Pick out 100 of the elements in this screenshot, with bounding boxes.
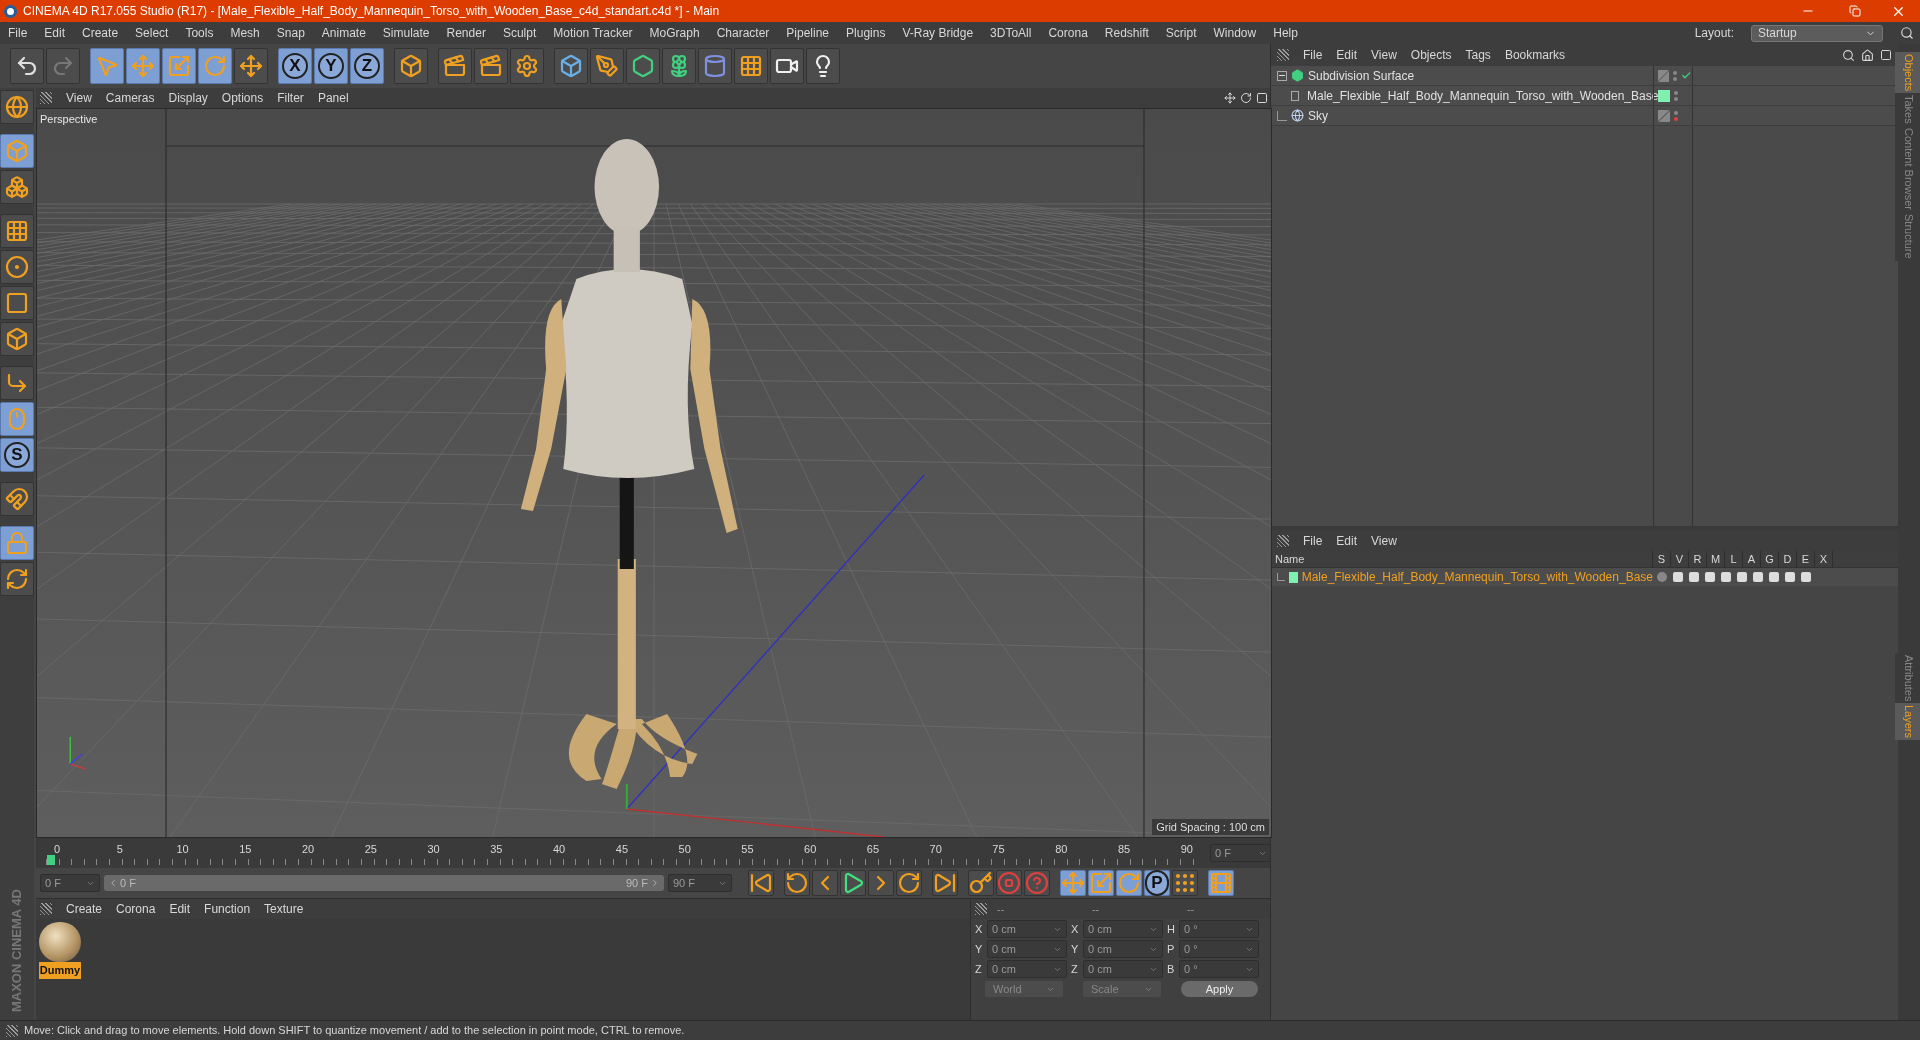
tool-button[interactable] bbox=[734, 48, 768, 84]
tool-button[interactable]: Y bbox=[314, 48, 348, 84]
object-name[interactable]: Sky bbox=[1308, 106, 1328, 125]
column-header[interactable]: V bbox=[1671, 551, 1689, 568]
tool-button[interactable] bbox=[784, 870, 810, 896]
tool-button[interactable] bbox=[1172, 870, 1198, 896]
tool-button[interactable]: Z bbox=[350, 48, 384, 84]
menu-item[interactable]: 3DToAll bbox=[990, 24, 1032, 42]
menu-item[interactable]: Sculpt bbox=[502, 24, 537, 42]
tool-button[interactable]: X bbox=[278, 48, 312, 84]
tool-button[interactable] bbox=[806, 48, 840, 84]
tool-button[interactable] bbox=[932, 870, 958, 896]
menu-item[interactable]: Animate bbox=[321, 24, 366, 42]
number-field[interactable]: 90 F bbox=[668, 874, 732, 892]
column-header[interactable]: Name bbox=[1271, 551, 1653, 568]
column-header[interactable]: X bbox=[1815, 551, 1833, 568]
viewport-menu-item[interactable]: Cameras bbox=[105, 89, 155, 107]
menu-item[interactable]: Corona bbox=[1048, 24, 1088, 42]
tool-button[interactable] bbox=[0, 90, 34, 124]
check-icon[interactable] bbox=[1681, 70, 1692, 81]
tool-button[interactable] bbox=[438, 48, 472, 84]
number-field[interactable]: 0 cm bbox=[987, 940, 1067, 958]
tool-button[interactable] bbox=[0, 562, 34, 596]
visibility-dots-icon[interactable] bbox=[1674, 110, 1678, 121]
new-view-icon[interactable] bbox=[1880, 48, 1892, 61]
tool-button[interactable]: P bbox=[1144, 870, 1170, 896]
menu-item[interactable]: Character bbox=[716, 24, 770, 42]
search-icon[interactable] bbox=[1842, 48, 1855, 62]
layer-menu-item[interactable]: View bbox=[1371, 532, 1397, 550]
tool-button[interactable] bbox=[0, 250, 34, 284]
menu-item[interactable]: MoGraph bbox=[649, 24, 700, 42]
tool-button[interactable]: S bbox=[0, 438, 34, 472]
column-header[interactable]: A bbox=[1743, 551, 1761, 568]
tool-button[interactable] bbox=[0, 286, 34, 320]
material-menu-item[interactable]: Corona bbox=[116, 900, 156, 918]
column-header[interactable]: M bbox=[1707, 551, 1725, 568]
menu-item[interactable]: Redshift bbox=[1104, 24, 1149, 42]
menu-item[interactable]: Motion Tracker bbox=[553, 24, 633, 42]
tool-button[interactable] bbox=[0, 170, 34, 204]
column-header[interactable]: R bbox=[1689, 551, 1707, 568]
menu-item[interactable]: Tools bbox=[185, 24, 214, 42]
search-icon[interactable] bbox=[1900, 26, 1914, 40]
material-menu-item[interactable]: Create bbox=[66, 900, 103, 918]
layer-slot-icon[interactable] bbox=[1658, 109, 1670, 122]
layer-color-swatch[interactable] bbox=[1289, 571, 1298, 583]
object-name[interactable]: Subdivision Surface bbox=[1308, 66, 1415, 85]
tool-button[interactable] bbox=[0, 366, 34, 400]
tool-button[interactable] bbox=[510, 48, 544, 84]
material-name[interactable]: Dummy bbox=[39, 962, 81, 979]
layout-dropdown[interactable]: Startup bbox=[1751, 24, 1883, 42]
number-field[interactable]: 0 cm bbox=[987, 960, 1067, 978]
tool-button[interactable] bbox=[968, 870, 994, 896]
viewport-menu-item[interactable]: Panel bbox=[317, 89, 349, 107]
object-menu-item[interactable]: File bbox=[1303, 46, 1323, 64]
apply-button[interactable]: Apply bbox=[1180, 981, 1258, 997]
column-header[interactable]: D bbox=[1779, 551, 1797, 568]
number-field[interactable]: 0 F bbox=[1210, 844, 1272, 862]
expand-icon[interactable] bbox=[1291, 90, 1299, 101]
tool-button[interactable] bbox=[748, 870, 774, 896]
menu-item[interactable]: Window bbox=[1213, 24, 1257, 42]
object-name[interactable]: Male_Flexible_Half_Body_Mannequin_Torso_with_Wooden_Base bbox=[1307, 86, 1659, 105]
number-field[interactable]: 0 cm bbox=[1083, 940, 1163, 958]
material-menu-item[interactable]: Function bbox=[204, 900, 251, 918]
tool-button[interactable] bbox=[896, 870, 922, 896]
visibility-dots-icon[interactable] bbox=[1673, 70, 1678, 81]
visibility-dots-icon[interactable] bbox=[1674, 90, 1678, 101]
tool-button[interactable] bbox=[840, 870, 866, 896]
tool-button[interactable] bbox=[554, 48, 588, 84]
object-menu-item[interactable]: Objects bbox=[1410, 46, 1452, 64]
object-menu-item[interactable]: Tags bbox=[1465, 46, 1491, 64]
orbit-icon[interactable] bbox=[1240, 92, 1252, 104]
tool-button[interactable] bbox=[0, 322, 34, 356]
maximize-icon[interactable] bbox=[1256, 92, 1268, 104]
layer-slot-icon[interactable] bbox=[1658, 69, 1670, 82]
menu-item[interactable]: Script bbox=[1165, 24, 1197, 42]
number-field[interactable]: 0 ° bbox=[1179, 940, 1259, 958]
menu-item[interactable]: Snap bbox=[276, 24, 305, 42]
tool-button[interactable] bbox=[474, 48, 508, 84]
tool-button[interactable] bbox=[590, 48, 624, 84]
material-menu-item[interactable]: Texture bbox=[264, 900, 304, 918]
layer-swatch[interactable] bbox=[1658, 89, 1670, 102]
tool-button[interactable] bbox=[868, 870, 894, 896]
object-menu-item[interactable]: View bbox=[1371, 46, 1397, 64]
number-field[interactable]: 0 F bbox=[40, 874, 100, 892]
pan-icon[interactable] bbox=[1224, 92, 1236, 104]
menu-item[interactable]: File bbox=[8, 24, 28, 42]
viewport[interactable]: Perspective Grid Spacing : 100 cm bbox=[36, 108, 1272, 838]
column-header[interactable]: S bbox=[1653, 551, 1671, 568]
number-field[interactable]: 0 cm bbox=[1083, 920, 1163, 938]
tool-button[interactable] bbox=[0, 482, 34, 516]
column-header[interactable]: E bbox=[1797, 551, 1815, 568]
viewport-menu-item[interactable]: Filter bbox=[277, 89, 304, 107]
tool-button[interactable] bbox=[662, 48, 696, 84]
collapse-icon[interactable] bbox=[1277, 70, 1287, 81]
number-field[interactable]: 0 cm bbox=[987, 920, 1067, 938]
menu-item[interactable]: Create bbox=[82, 24, 119, 42]
material-menu-item[interactable]: Edit bbox=[169, 900, 191, 918]
tool-button[interactable] bbox=[812, 870, 838, 896]
menu-item[interactable]: Select bbox=[135, 24, 169, 42]
object-menu-item[interactable]: Edit bbox=[1336, 46, 1358, 64]
